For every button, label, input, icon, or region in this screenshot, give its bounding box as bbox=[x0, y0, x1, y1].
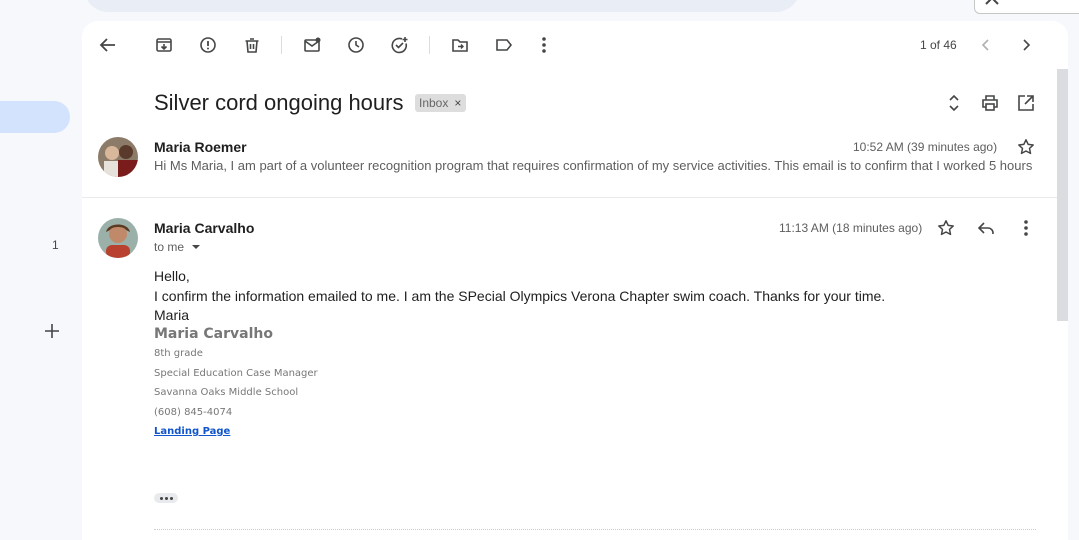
move-to-icon[interactable] bbox=[448, 33, 472, 57]
search-bar[interactable] bbox=[84, 0, 800, 12]
star-icon[interactable] bbox=[934, 216, 958, 240]
account-icon bbox=[985, 0, 999, 5]
mark-unread-icon[interactable] bbox=[300, 33, 324, 57]
chevron-right-icon[interactable] bbox=[1014, 33, 1038, 57]
message-view: 1 of 46 Silver cord ongoing hours Inbox … bbox=[82, 21, 1068, 540]
more-vert-icon[interactable] bbox=[1014, 216, 1038, 240]
report-spam-icon[interactable] bbox=[196, 33, 220, 57]
chevron-down-icon bbox=[192, 245, 201, 249]
scrollbar-thumb[interactable] bbox=[1057, 69, 1068, 321]
avatar[interactable] bbox=[98, 218, 138, 258]
show-trimmed-content-button[interactable] bbox=[154, 493, 178, 503]
chevron-left-icon[interactable] bbox=[974, 33, 998, 57]
expand-all-icon[interactable] bbox=[942, 91, 966, 115]
star-icon[interactable] bbox=[1014, 135, 1038, 159]
signature-line: Special Education Case Manager bbox=[154, 368, 318, 379]
label-chip-text: Inbox bbox=[419, 96, 449, 110]
body-line: Hello, bbox=[154, 268, 190, 284]
avatar[interactable] bbox=[98, 137, 138, 177]
recipients-text: to me bbox=[154, 240, 185, 254]
signature-line: 8th grade bbox=[154, 348, 203, 359]
delete-icon[interactable] bbox=[240, 33, 264, 57]
nav-item-count: 1 bbox=[52, 238, 59, 252]
signature-link[interactable]: Landing Page bbox=[154, 426, 230, 437]
message-snippet[interactable]: Hi Ms Maria, I am part of a volunteer re… bbox=[154, 158, 1034, 173]
more-vert-icon[interactable] bbox=[532, 33, 556, 57]
add-label-icon[interactable] bbox=[41, 320, 63, 342]
message-time: 10:52 AM (39 minutes ago) bbox=[853, 140, 998, 154]
archive-icon[interactable] bbox=[152, 33, 176, 57]
account-switcher[interactable] bbox=[974, 0, 1079, 14]
sender-name[interactable]: Maria Carvalho bbox=[154, 220, 254, 236]
nav-item-active[interactable] bbox=[0, 101, 70, 133]
body-line: I confirm the information emailed to me.… bbox=[154, 288, 886, 304]
snooze-icon[interactable] bbox=[344, 33, 368, 57]
toolbar: 1 of 46 bbox=[82, 21, 1068, 69]
sender-name[interactable]: Maria Roemer bbox=[154, 139, 247, 155]
thread-subject: Silver cord ongoing hours bbox=[154, 90, 404, 115]
message-time: 11:13 AM (18 minutes ago) bbox=[779, 221, 923, 235]
signature-line: (608) 845-4074 bbox=[154, 407, 233, 418]
remove-label-button[interactable]: × bbox=[454, 94, 461, 112]
add-task-icon[interactable] bbox=[388, 33, 412, 57]
recipients-toggle[interactable]: to me bbox=[154, 240, 201, 254]
print-icon[interactable] bbox=[978, 91, 1002, 115]
back-arrow-icon[interactable] bbox=[96, 33, 120, 57]
signature-line: Savanna Oaks Middle School bbox=[154, 387, 299, 398]
body-line: Maria bbox=[154, 307, 190, 323]
open-new-window-icon[interactable] bbox=[1014, 91, 1038, 115]
reply-icon[interactable] bbox=[974, 216, 998, 240]
pager-count: 1 of 46 bbox=[920, 38, 957, 52]
inbox-label-chip: Inbox × bbox=[415, 94, 467, 112]
signature-name: Maria Carvalho bbox=[154, 326, 273, 342]
label-icon[interactable] bbox=[492, 33, 516, 57]
